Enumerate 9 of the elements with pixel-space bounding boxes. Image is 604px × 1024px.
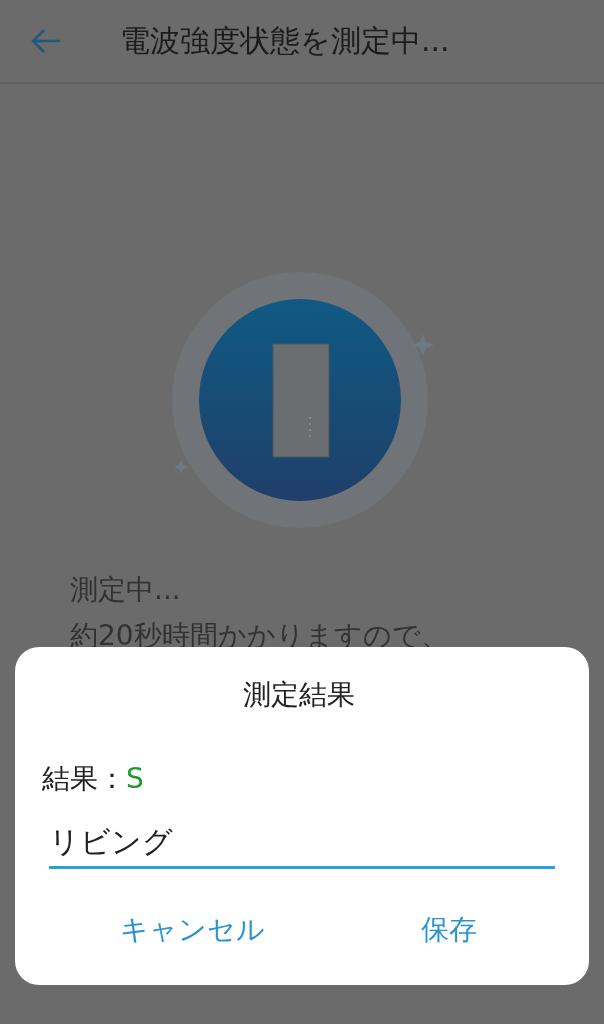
result-value: S [126, 761, 144, 797]
save-button[interactable]: 保存 [409, 907, 489, 953]
back-icon[interactable] [30, 27, 62, 55]
cancel-button[interactable]: キャンセル [108, 907, 277, 953]
screen-title: 電波強度状態を測定中... [120, 21, 450, 60]
dialog-title: 測定結果 [241, 677, 356, 713]
status-text: 測定中... [70, 572, 182, 608]
result-label: 結果： [42, 761, 126, 797]
name-field[interactable]: リビング [49, 825, 555, 869]
